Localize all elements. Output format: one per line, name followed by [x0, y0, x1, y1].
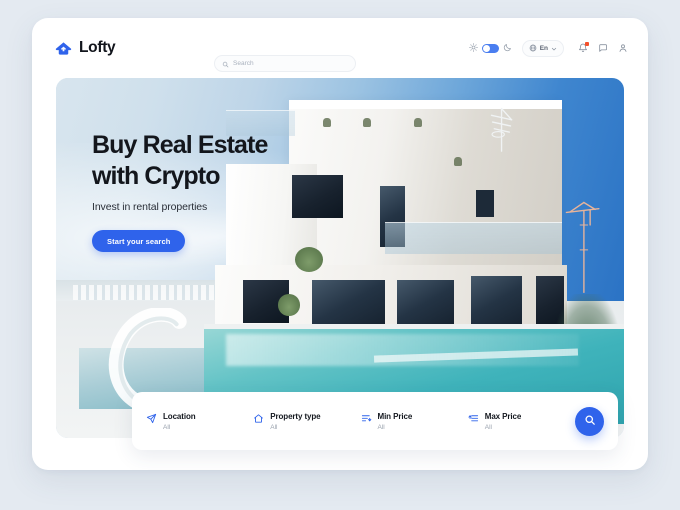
villa-window	[311, 279, 386, 327]
property-search-filter-bar: Location All Property type All Min Price…	[132, 392, 618, 450]
search-icon	[222, 55, 229, 73]
balcony-glass-rail	[385, 222, 562, 255]
hero-title-line-2: with Crypto	[92, 161, 220, 190]
hero-subtitle: Invest in rental properties	[92, 201, 208, 213]
hero-copy: Buy Real Estate with Crypto Invest in re…	[92, 130, 352, 252]
messages-icon[interactable]	[598, 43, 608, 53]
villa-window	[470, 276, 522, 327]
header-actions: En	[468, 18, 628, 78]
filter-label: Location	[163, 412, 196, 421]
brand-logo[interactable]: Lofty	[54, 39, 116, 58]
app-window: Lofty Search En Buy Real Estate with Cry…	[32, 18, 648, 470]
header-search[interactable]	[214, 55, 356, 72]
search-input[interactable]	[233, 60, 348, 67]
roof-planter	[413, 118, 423, 127]
filter-label: Max Price	[484, 412, 522, 421]
account-icon[interactable]	[618, 43, 628, 53]
filter-location[interactable]: Location All	[146, 411, 253, 431]
villa-window	[396, 279, 454, 327]
location-send-icon	[146, 413, 157, 424]
theme-toggle-switch[interactable]	[481, 43, 499, 53]
hero-title-line-1: Buy Real Estate	[92, 131, 268, 159]
globe-icon	[529, 39, 537, 57]
pool-coping	[203, 323, 624, 330]
filter-label: Min Price	[377, 412, 413, 421]
moon-icon	[503, 39, 512, 57]
app-header: Lofty Search En	[32, 18, 648, 78]
roof-planter	[322, 118, 332, 127]
search-icon	[584, 414, 596, 429]
search-pill[interactable]	[214, 55, 356, 72]
sun-icon	[468, 39, 478, 57]
filter-max-price[interactable]: Max Price All	[468, 411, 575, 431]
language-selector[interactable]: En	[521, 39, 564, 57]
construction-crane-icon	[553, 200, 610, 294]
roof-planter	[453, 157, 463, 166]
submit-search-button[interactable]	[575, 406, 604, 436]
filter-value: All	[163, 424, 171, 431]
pool-highlight	[226, 333, 579, 366]
notification-badge	[585, 42, 589, 46]
sort-ascending-icon	[468, 413, 479, 424]
filter-value: All	[484, 424, 492, 431]
start-your-search-button[interactable]: Start your search	[92, 230, 186, 252]
rooftop-antenna-icon	[476, 103, 527, 153]
filter-label: Property type	[270, 412, 321, 421]
sort-descending-icon	[361, 413, 372, 424]
home-icon	[253, 413, 264, 424]
theme-switcher[interactable]	[468, 39, 512, 57]
roof-planter	[362, 118, 372, 127]
language-label: En	[539, 44, 548, 52]
shrub	[277, 294, 301, 316]
notifications-icon[interactable]	[578, 42, 589, 53]
house-icon	[54, 39, 73, 58]
filter-value: All	[270, 424, 278, 431]
hero-title: Buy Real Estate with Crypto	[92, 130, 352, 191]
villa-window	[476, 189, 495, 217]
chevron-down-icon	[551, 39, 557, 57]
brand-name: Lofty	[79, 39, 116, 56]
header-icon-group	[578, 42, 628, 53]
hero-banner: Buy Real Estate with Crypto Invest in re…	[56, 78, 624, 438]
filter-property-type[interactable]: Property type All	[253, 411, 360, 431]
filter-min-price[interactable]: Min Price All	[361, 411, 468, 431]
filter-value: All	[377, 424, 385, 431]
